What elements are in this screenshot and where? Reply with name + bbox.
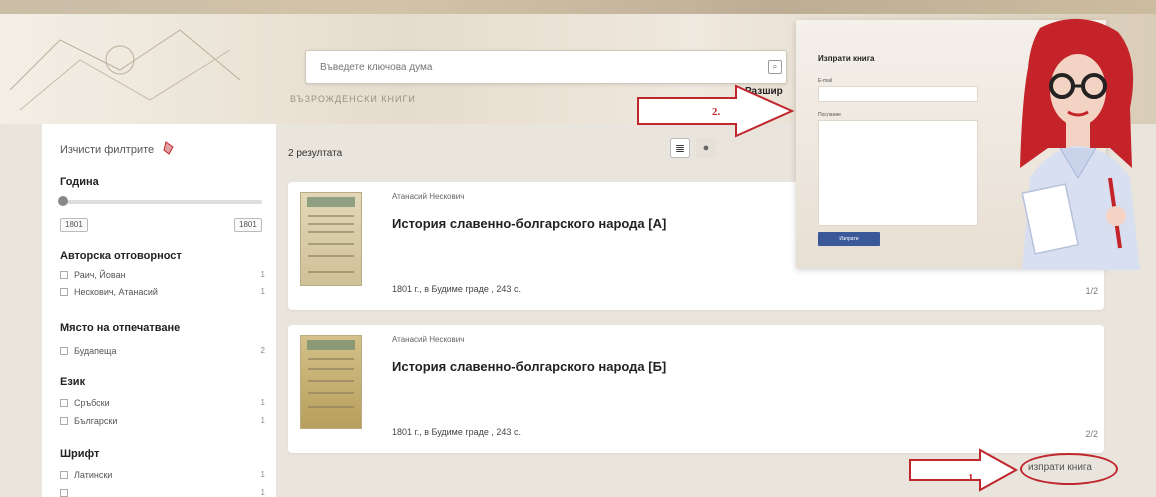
checkbox[interactable] xyxy=(60,271,68,279)
filter-option-count: 1 xyxy=(260,470,265,479)
result-author: Атанасий Нескович xyxy=(392,192,465,201)
filter-option[interactable]: 1 xyxy=(60,488,265,497)
year-from-field[interactable]: 1801 xyxy=(60,218,88,232)
librarian-illustration xyxy=(1000,18,1156,270)
filter-heading-font: Шрифт xyxy=(60,448,100,460)
year-slider-track[interactable] xyxy=(62,200,262,204)
cover-line xyxy=(308,223,354,225)
result-card[interactable]: Атанасий Нескович История славенно-болга… xyxy=(288,325,1104,453)
checkbox[interactable] xyxy=(60,489,68,497)
filter-option[interactable]: Сръбски 1 xyxy=(60,398,265,410)
cover-title-band xyxy=(307,197,355,207)
cover-line xyxy=(308,215,354,217)
filter-option[interactable]: Раич, Йован 1 xyxy=(60,270,265,282)
email-label: E-mail xyxy=(818,78,833,84)
banner-faint-text: ВЪЗРОЖДЕНСКИ КНИГИ xyxy=(290,94,416,104)
cover-line xyxy=(308,406,354,408)
filter-option-count: 1 xyxy=(260,416,265,425)
search-input[interactable] xyxy=(306,51,746,83)
cover-line xyxy=(308,271,354,273)
map-sketch-decoration xyxy=(9,29,241,111)
result-pager: 2/2 xyxy=(1085,429,1098,439)
map-pin-icon[interactable]: ● xyxy=(696,138,716,158)
send-button[interactable]: Изпрати xyxy=(818,232,880,246)
list-view-icon[interactable]: ≣ xyxy=(670,138,690,158)
search-box: ⌕ xyxy=(305,50,787,84)
checkbox[interactable] xyxy=(60,399,68,407)
cover-line xyxy=(308,358,354,360)
filter-option-label: Будапеща xyxy=(74,346,117,356)
checkbox[interactable] xyxy=(60,288,68,296)
filter-option[interactable]: Нескович, Атанасий 1 xyxy=(60,287,265,299)
checkbox[interactable] xyxy=(60,347,68,355)
year-to-field[interactable]: 1801 xyxy=(234,218,262,232)
result-meta: 1801 г., в Будиме граде , 243 с. xyxy=(392,427,521,437)
filter-option-count: 2 xyxy=(260,346,265,355)
cover-line xyxy=(308,380,354,382)
filter-heading-authorship: Авторска отговорност xyxy=(60,250,182,262)
cover-line xyxy=(308,368,354,370)
cover-line xyxy=(308,231,354,233)
filter-option-count: 1 xyxy=(260,488,265,497)
filter-heading-place: Място на отпечатване xyxy=(60,322,181,334)
filter-option-label: Нескович, Атанасий xyxy=(74,287,158,297)
filter-option-label: Раич, Йован xyxy=(74,270,126,280)
email-field[interactable] xyxy=(818,86,978,102)
result-meta: 1801 г., в Будиме граде , 243 с. xyxy=(392,284,521,294)
cover-line xyxy=(308,243,354,245)
librarian-illustration-graphic xyxy=(1020,18,1140,270)
filter-option-count: 1 xyxy=(260,398,265,407)
cover-title-band xyxy=(307,340,355,350)
filter-option-count: 1 xyxy=(260,270,265,279)
filter-option[interactable]: Латински 1 xyxy=(60,470,265,482)
result-pager: 1/2 xyxy=(1085,286,1098,296)
clear-filters-label: Изчисти филтрите xyxy=(60,144,155,156)
filter-option-count: 1 xyxy=(260,287,265,296)
annotation-step-2: 2. xyxy=(712,106,721,118)
eraser-icon xyxy=(163,141,174,155)
filters-sidebar: Изчисти филтрите Година 1801 1801 Авторс… xyxy=(42,124,276,497)
checkbox[interactable] xyxy=(60,471,68,479)
cover-line xyxy=(308,255,354,257)
clear-filters-button[interactable]: Изчисти филтрите xyxy=(60,141,175,156)
checkbox[interactable] xyxy=(60,417,68,425)
filter-option[interactable]: Български 1 xyxy=(60,416,265,428)
annotation-arrow-1 xyxy=(909,448,1019,492)
filter-heading-language: Език xyxy=(60,376,86,388)
filter-option-label: Латински xyxy=(74,470,113,480)
results-count: 2 резултата xyxy=(288,148,343,159)
result-title[interactable]: История славенно-болгарского народа [Б] xyxy=(392,359,666,374)
book-cover-thumbnail[interactable] xyxy=(300,335,362,429)
filter-option-label: Сръбски xyxy=(74,398,110,408)
message-label: Послание xyxy=(818,112,841,118)
filter-heading-year: Година xyxy=(60,176,99,188)
dialog-title: Изпрати книга xyxy=(818,54,875,63)
cover-line xyxy=(308,392,354,394)
filter-option-label: Български xyxy=(74,416,118,426)
highlight-ellipse xyxy=(1020,453,1118,485)
year-slider-handle[interactable] xyxy=(58,196,68,206)
result-author: Атанасий Нескович xyxy=(392,335,465,344)
result-title[interactable]: История славенно-болгарского народа [А] xyxy=(392,216,666,231)
search-icon[interactable]: ⌕ xyxy=(768,60,782,74)
book-cover-thumbnail[interactable] xyxy=(300,192,362,286)
annotation-step-1: 1. xyxy=(968,472,977,484)
filter-option[interactable]: Будапеща 2 xyxy=(60,346,265,358)
message-field[interactable] xyxy=(818,120,978,226)
